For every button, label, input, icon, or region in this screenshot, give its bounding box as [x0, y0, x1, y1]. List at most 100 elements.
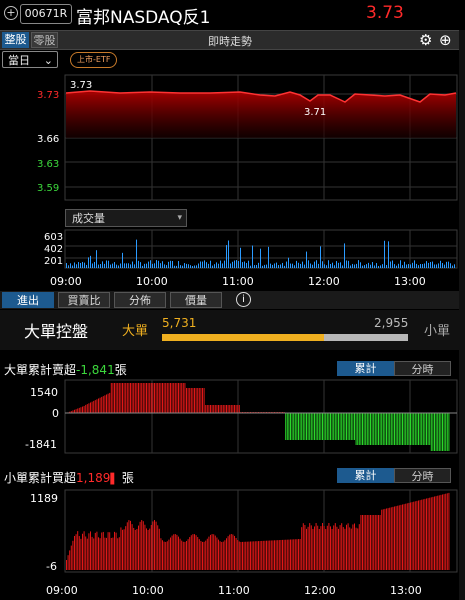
- small-cum-bar: [235, 537, 237, 570]
- small-cum-bar: [85, 536, 87, 570]
- small-cum-bar: [174, 534, 176, 570]
- volume-bar: [124, 263, 125, 268]
- large-cum-bar: [398, 413, 400, 445]
- small-cum-bar: [184, 541, 186, 570]
- small-cum-bar: [106, 537, 107, 570]
- small-cum-bar: [262, 540, 264, 570]
- small-cum-bar: [229, 534, 231, 570]
- small-cum-bar: [363, 515, 365, 570]
- small-cum-bar: [422, 499, 424, 570]
- volume-bar: [302, 261, 303, 268]
- large-cum-label: 大單累計賣超-1,841張: [4, 361, 127, 378]
- large-cum-bar: [400, 413, 402, 445]
- small-cum-bar: [154, 520, 155, 570]
- small-cum-bar: [306, 528, 307, 570]
- large-cum-bar: [354, 413, 355, 440]
- large-cum-bar: [358, 413, 360, 445]
- large-cum-bar: [342, 413, 344, 440]
- volume-bar: [74, 262, 75, 268]
- small-y-label-0: 1189: [30, 492, 58, 505]
- volume-bar: [112, 263, 113, 268]
- large-cum-bar: [174, 383, 176, 413]
- info-icon[interactable]: i: [236, 292, 251, 307]
- volume-bar: [362, 265, 363, 268]
- large-cum-bar: [94, 400, 96, 413]
- volume-bar: [394, 264, 395, 268]
- small-cum-bar: [128, 520, 130, 570]
- time2-label-3: 12:00: [304, 584, 336, 597]
- large-cum-bar: [406, 413, 408, 445]
- small-cum-bar: [389, 507, 391, 570]
- small-cum-bar: [224, 540, 226, 570]
- small-cum-bar: [211, 534, 213, 570]
- large-cum-bar: [198, 388, 200, 413]
- small-cum-bar: [70, 545, 72, 570]
- volume-bar: [424, 263, 425, 268]
- large-cum-bar: [323, 413, 325, 440]
- volume-bar: [414, 260, 415, 268]
- large-cum-bar: [211, 405, 213, 413]
- volume-bar: [260, 248, 261, 268]
- volume-bar: [214, 264, 215, 268]
- time-label-0: 09:00: [50, 275, 82, 288]
- small-toggle-timeshare[interactable]: 分時: [394, 468, 451, 483]
- tab-price-volume[interactable]: 價量: [170, 292, 222, 308]
- large-cum-value: -1,841: [76, 363, 115, 377]
- small-cum-bar: [261, 540, 263, 570]
- volume-bar: [406, 264, 407, 268]
- volume-bar: [194, 265, 195, 268]
- small-cum-bar: [355, 527, 357, 570]
- volume-bar: [236, 260, 237, 268]
- volume-bar: [446, 261, 447, 268]
- volume-bar: [208, 263, 209, 268]
- large-cum-bar: [344, 413, 346, 440]
- small-cum-bar: [312, 528, 314, 570]
- large-cum-bar: [118, 383, 120, 413]
- small-cum-bar: [419, 500, 421, 570]
- scrollbar[interactable]: [459, 30, 465, 600]
- large-cum-bar: [355, 413, 357, 445]
- volume-bar: [154, 263, 155, 268]
- volume-select[interactable]: 成交量 ▾: [65, 209, 187, 227]
- large-cum-bar: [440, 413, 442, 451]
- large-cum-bar: [83, 405, 85, 413]
- large-toggle-cumulative[interactable]: 累計: [337, 361, 394, 376]
- small-cum-bar: [397, 505, 399, 570]
- large-cum-bar: [86, 404, 88, 413]
- tab-buy-sell-ratio[interactable]: 買賣比: [58, 292, 110, 308]
- large-cum-bar: [229, 405, 231, 413]
- small-cum-bar: [190, 535, 192, 570]
- small-cum-bar: [387, 508, 389, 570]
- large-toggle-timeshare[interactable]: 分時: [394, 361, 451, 376]
- large-cum-bar: [320, 413, 322, 440]
- large-order-value: 5,731: [162, 316, 197, 330]
- volume-bar: [370, 264, 371, 268]
- time2-label-4: 13:00: [390, 584, 422, 597]
- small-cum-bar: [96, 531, 98, 570]
- volume-bar: [138, 260, 139, 268]
- volume-bar: [348, 260, 349, 268]
- volume-bar: [150, 260, 151, 268]
- large-cum-bar: [139, 383, 141, 413]
- small-cum-bar: [66, 560, 67, 570]
- large-cum-bar: [144, 383, 146, 413]
- large-cum-bar: [318, 413, 320, 440]
- small-cum-bar: [130, 520, 131, 570]
- small-cum-bar: [357, 528, 359, 570]
- volume-bar: [418, 265, 419, 268]
- large-cum-bar: [112, 383, 114, 413]
- volume-bar: [238, 261, 239, 268]
- small-cum-bar: [90, 531, 91, 570]
- volume-bar: [192, 265, 193, 268]
- small-toggle-cumulative[interactable]: 累計: [337, 468, 394, 483]
- tab-in-out[interactable]: 進出: [2, 292, 54, 308]
- volume-bar: [162, 261, 163, 268]
- small-cum-label: 小單累計買超1,189▌ 張: [4, 469, 134, 486]
- small-cum-bar: [390, 507, 392, 570]
- tab-distribution[interactable]: 分佈: [114, 292, 166, 308]
- small-cum-bar: [334, 523, 336, 570]
- large-cum-bar: [331, 413, 333, 440]
- small-cum-bar: [254, 541, 256, 570]
- volume-bar: [334, 265, 335, 268]
- large-cum-bar: [310, 413, 312, 440]
